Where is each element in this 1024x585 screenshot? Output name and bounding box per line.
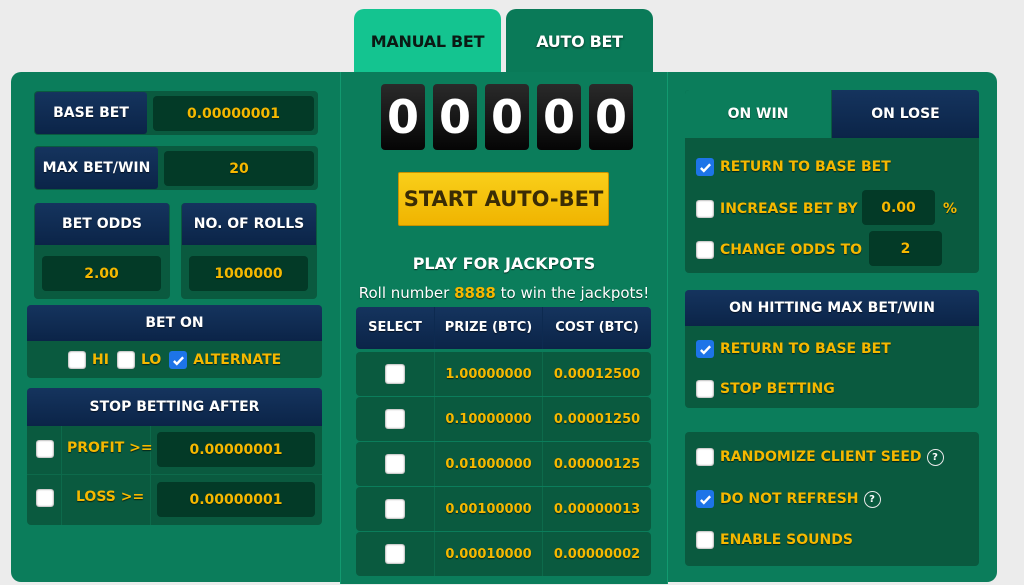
counter-digit: 0 bbox=[589, 84, 633, 150]
increase-bet-label: INCREASE BET BY bbox=[720, 201, 858, 217]
max-hit-stop-betting: STOP BETTING bbox=[696, 380, 835, 398]
jackpot-select-checkbox[interactable] bbox=[385, 499, 405, 519]
jackpot-table-header: SELECT PRIZE (BTC) COST (BTC) bbox=[356, 307, 651, 349]
profit-label: PROFIT >= bbox=[67, 440, 153, 456]
tab-on-lose[interactable]: ON LOSE bbox=[832, 90, 979, 138]
counter-digit: 0 bbox=[485, 84, 529, 150]
jackpot-select-checkbox[interactable] bbox=[385, 454, 405, 474]
change-odds-input[interactable]: 2 bbox=[869, 231, 942, 266]
tab-auto-bet[interactable]: AUTO BET bbox=[506, 9, 653, 73]
start-auto-bet-button[interactable]: START AUTO-BET bbox=[398, 172, 609, 226]
jackpot-row: 0.10000000 0.00001250 bbox=[356, 397, 651, 441]
randomize-seed-checkbox[interactable] bbox=[696, 448, 714, 466]
do-not-refresh-label: DO NOT REFRESH bbox=[720, 491, 859, 507]
change-odds-checkbox[interactable] bbox=[696, 241, 714, 259]
on-win-change-odds: CHANGE ODDS TO bbox=[696, 241, 862, 259]
randomize-seed-option: RANDOMIZE CLIENT SEED ? bbox=[696, 448, 944, 466]
jackpot-select-checkbox[interactable] bbox=[385, 544, 405, 564]
header-prize: PRIZE (BTC) bbox=[435, 307, 543, 349]
bet-odds-input[interactable]: 2.00 bbox=[42, 256, 161, 291]
jackpot-select-checkbox[interactable] bbox=[385, 364, 405, 384]
jackpot-select-checkbox[interactable] bbox=[385, 409, 405, 429]
jackpot-row: 0.00010000 0.00000002 bbox=[356, 532, 651, 576]
enable-sounds-option: ENABLE SOUNDS bbox=[696, 531, 853, 549]
randomize-seed-label: RANDOMIZE CLIENT SEED bbox=[720, 449, 922, 465]
jackpot-prize: 1.00000000 bbox=[445, 366, 532, 382]
bet-odds-label: BET ODDS bbox=[35, 203, 169, 245]
stop-betting-label: STOP BETTING bbox=[720, 381, 835, 397]
jackpot-row: 1.00000000 0.00012500 bbox=[356, 352, 651, 396]
lo-label: LO bbox=[140, 352, 162, 368]
tab-manual-bet[interactable]: MANUAL BET bbox=[354, 9, 501, 73]
hi-label: HI bbox=[92, 352, 109, 368]
loss-input[interactable]: 0.00000001 bbox=[157, 482, 315, 517]
on-win-return-base: RETURN TO BASE BET bbox=[696, 158, 891, 176]
jackpot-prize: 0.01000000 bbox=[445, 456, 532, 472]
jackpot-cost: 0.00001250 bbox=[553, 411, 641, 427]
change-odds-label: CHANGE ODDS TO bbox=[720, 242, 863, 258]
tab-on-win[interactable]: ON WIN bbox=[685, 90, 831, 138]
loss-label: LOSS >= bbox=[76, 489, 145, 505]
percent-label: % bbox=[943, 201, 958, 217]
jackpot-row: 0.01000000 0.00000125 bbox=[356, 442, 651, 486]
max-hit-return-base-checkbox[interactable] bbox=[696, 340, 714, 358]
header-cost: COST (BTC) bbox=[555, 320, 639, 335]
num-rolls-input[interactable]: 1000000 bbox=[189, 256, 308, 291]
profit-checkbox[interactable] bbox=[36, 440, 54, 458]
on-win-return-base-label: RETURN TO BASE BET bbox=[720, 159, 891, 175]
jackpot-prize: 0.00010000 bbox=[445, 546, 532, 562]
counter-digit: 0 bbox=[537, 84, 581, 150]
jackpot-cost: 0.00012500 bbox=[553, 366, 641, 382]
jackpot-text-before: Roll number bbox=[358, 284, 455, 302]
max-bet-win-input[interactable]: 20 bbox=[164, 151, 314, 186]
hi-checkbox[interactable] bbox=[68, 351, 86, 369]
header-select: SELECT bbox=[356, 307, 435, 349]
num-rolls-label: NO. OF ROLLS bbox=[182, 203, 316, 245]
do-not-refresh-option: DO NOT REFRESH ? bbox=[696, 490, 881, 508]
jackpot-description: Roll number 8888 to win the jackpots! bbox=[340, 284, 668, 302]
max-hit-title: ON HITTING MAX BET/WIN bbox=[685, 290, 979, 326]
increase-bet-input[interactable]: 0.00 bbox=[862, 190, 935, 225]
counter-digit: 0 bbox=[433, 84, 477, 150]
stop-betting-title: STOP BETTING AFTER bbox=[27, 388, 322, 426]
help-icon[interactable]: ? bbox=[926, 448, 944, 466]
enable-sounds-label: ENABLE SOUNDS bbox=[720, 532, 853, 548]
enable-sounds-checkbox[interactable] bbox=[696, 531, 714, 549]
jackpot-number: 8888 bbox=[454, 284, 496, 302]
bet-on-title: BET ON bbox=[27, 305, 322, 341]
divider bbox=[27, 474, 322, 475]
jackpot-row: 0.00100000 0.00000013 bbox=[356, 487, 651, 531]
on-win-increase: INCREASE BET BY bbox=[696, 200, 858, 218]
lo-checkbox[interactable] bbox=[116, 351, 135, 369]
max-hit-return-base-label: RETURN TO BASE BET bbox=[720, 341, 891, 357]
base-bet-label: BASE BET bbox=[35, 92, 147, 134]
jackpot-prize: 0.00100000 bbox=[445, 501, 532, 517]
counter-digit: 0 bbox=[381, 84, 425, 150]
increase-bet-checkbox[interactable] bbox=[696, 200, 714, 218]
jackpot-prize: 0.10000000 bbox=[445, 411, 532, 427]
help-icon[interactable]: ? bbox=[863, 490, 881, 508]
on-win-return-base-checkbox[interactable] bbox=[696, 158, 714, 176]
jackpot-title: PLAY FOR JACKPOTS bbox=[412, 254, 596, 273]
alternate-checkbox[interactable] bbox=[169, 351, 188, 369]
bet-on-options: HI LO ALTERNATE bbox=[68, 350, 281, 370]
jackpot-cost: 0.00000002 bbox=[553, 546, 641, 562]
base-bet-input[interactable]: 0.00000001 bbox=[153, 96, 314, 131]
jackpot-cost: 0.00000125 bbox=[553, 456, 641, 472]
alternate-label: ALTERNATE bbox=[193, 352, 282, 368]
max-bet-win-label: MAX BET/WIN bbox=[35, 147, 158, 189]
max-hit-return-base: RETURN TO BASE BET bbox=[696, 340, 891, 358]
stop-betting-checkbox[interactable] bbox=[696, 380, 714, 398]
loss-checkbox[interactable] bbox=[36, 489, 54, 507]
do-not-refresh-checkbox[interactable] bbox=[696, 490, 714, 508]
jackpot-cost: 0.00000013 bbox=[553, 501, 641, 517]
profit-input[interactable]: 0.00000001 bbox=[157, 432, 315, 467]
jackpot-text-after: to win the jackpots! bbox=[495, 284, 650, 302]
divider bbox=[61, 426, 62, 525]
